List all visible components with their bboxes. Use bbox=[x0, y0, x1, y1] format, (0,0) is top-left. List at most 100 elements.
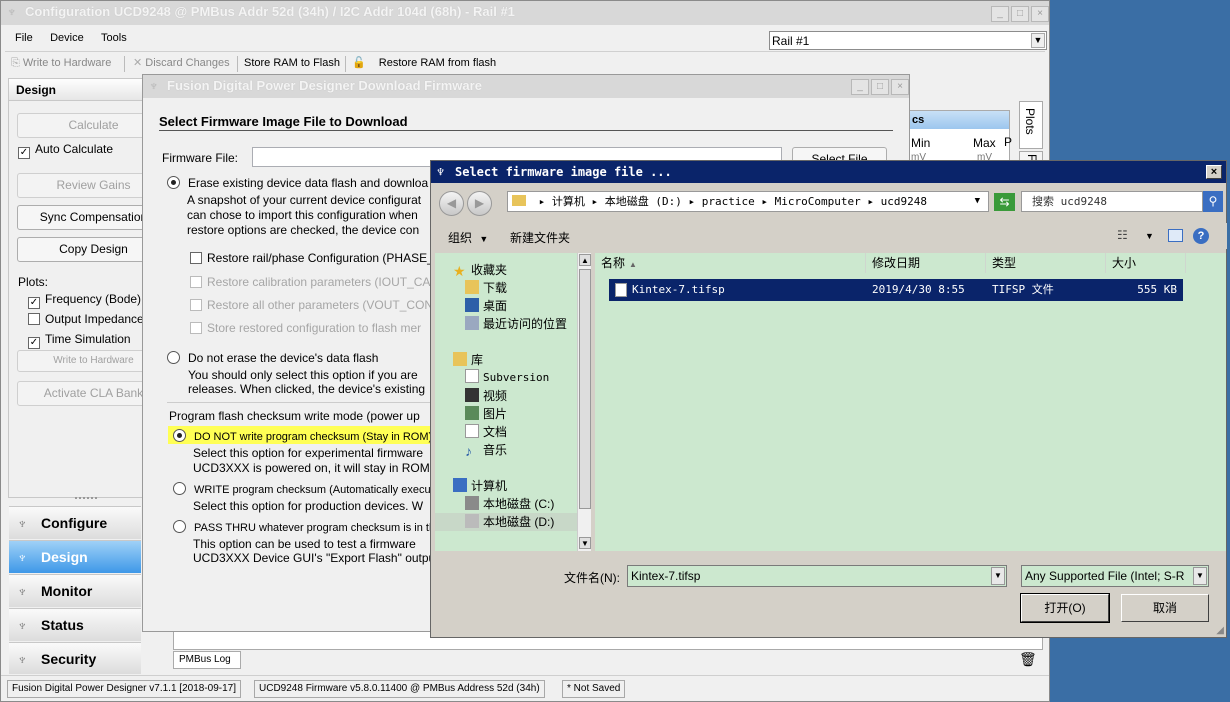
checksum-mode-title: Program flash checksum write mode (power… bbox=[169, 409, 420, 423]
scroll-up-icon[interactable]: ▲ bbox=[579, 254, 591, 266]
tree-libraries[interactable]: 库 bbox=[453, 351, 483, 369]
file-list: 名称 ▲ 修改日期 类型 大小 Kintex-7.tifsp 2019/4/30 … bbox=[595, 253, 1226, 551]
discard-changes-button[interactable]: ✕ Discard Changes bbox=[133, 52, 230, 74]
forward-button[interactable]: ▶ bbox=[467, 191, 492, 216]
table-row[interactable]: Kintex-7.tifsp 2019/4/30 8:55 TIFSP 文件 5… bbox=[609, 279, 1183, 301]
firmware-file-label: Firmware File: bbox=[162, 151, 239, 165]
column-name[interactable]: 名称 ▲ bbox=[595, 253, 866, 273]
store-restored-config-checkbox[interactable]: Store restored configuration to flash me… bbox=[190, 321, 421, 335]
auto-calculate-checkbox[interactable]: ✓ Auto Calculate bbox=[18, 142, 113, 159]
tree-subversion[interactable]: Subversion bbox=[465, 369, 549, 387]
scroll-down-icon[interactable]: ▼ bbox=[579, 537, 591, 549]
maximize-button[interactable]: □ bbox=[871, 79, 889, 95]
tree-videos[interactable]: 视频 bbox=[465, 387, 507, 405]
tree-scrollbar[interactable]: ▲ ▼ bbox=[577, 253, 591, 551]
minimize-button[interactable]: _ bbox=[991, 6, 1009, 22]
filename-input[interactable]: Kintex-7.tifsp ▼ bbox=[627, 565, 1007, 587]
erase-radio[interactable]: Erase existing device data flash and dow… bbox=[167, 176, 428, 190]
tree-music[interactable]: ♪ 音乐 bbox=[465, 441, 507, 459]
column-size[interactable]: 大小 bbox=[1106, 253, 1186, 273]
status-app-version: Fusion Digital Power Designer v7.1.1 [20… bbox=[7, 680, 242, 698]
breadcrumb-computer[interactable]: 计算机 bbox=[552, 195, 585, 208]
nav-status[interactable]: ♆ Status bbox=[9, 608, 141, 641]
menu-file[interactable]: File bbox=[15, 32, 33, 44]
nav-security[interactable]: ♆ Security bbox=[9, 642, 141, 674]
new-folder-button[interactable]: 新建文件夹 bbox=[510, 229, 570, 246]
trash-icon[interactable]: 🗑 bbox=[1019, 651, 1037, 668]
restore-ram-flash-button[interactable]: 🔓 Restore RAM from flash bbox=[352, 52, 496, 74]
restore-other-params-checkbox[interactable]: Restore all other parameters (VOUT_CON bbox=[190, 298, 433, 312]
chevron-down-icon[interactable]: ▼ bbox=[1145, 231, 1154, 241]
breadcrumb-practice[interactable]: practice bbox=[702, 195, 755, 208]
tree-pictures[interactable]: 图片 bbox=[465, 405, 507, 423]
search-icon[interactable]: ⚲ bbox=[1203, 191, 1223, 212]
chevron-down-icon[interactable]: ▼ bbox=[975, 192, 980, 211]
checksum-pass-thru-radio[interactable]: PASS THRU whatever program checksum is i… bbox=[173, 520, 441, 534]
column-type[interactable]: 类型 bbox=[986, 253, 1106, 273]
menu-tools[interactable]: Tools bbox=[101, 32, 127, 44]
pmbus-log-tab[interactable]: PMBus Log bbox=[173, 651, 241, 669]
toolbar-divider bbox=[237, 56, 238, 72]
organize-menu[interactable]: 组织 ▼ bbox=[448, 229, 488, 246]
refresh-button[interactable]: ⇆ bbox=[994, 193, 1015, 211]
plot-time-simulation-checkbox[interactable]: ✓ Time Simulation bbox=[28, 332, 131, 349]
checksum-do-not-write-radio[interactable]: DO NOT write program checksum (Stay in R… bbox=[173, 429, 432, 443]
breadcrumb-microcomputer[interactable]: MicroComputer bbox=[775, 195, 861, 208]
tree-documents[interactable]: 文档 bbox=[465, 423, 507, 441]
address-bar[interactable]: ▸ 计算机 ▸ 本地磁盘 (D:) ▸ practice ▸ MicroComp… bbox=[507, 191, 989, 212]
tree-drive-d[interactable]: 本地磁盘 (D:) bbox=[435, 513, 577, 531]
tab-plots[interactable]: Plots bbox=[1019, 101, 1043, 149]
close-button[interactable]: × bbox=[1031, 6, 1049, 22]
view-options-icon[interactable]: ☷ bbox=[1117, 228, 1128, 242]
open-button[interactable]: 打开(O) bbox=[1020, 593, 1110, 623]
rail-select[interactable]: Rail #1 ▼ bbox=[769, 31, 1047, 50]
tree-drive-c[interactable]: 本地磁盘 (C:) bbox=[465, 495, 554, 513]
breadcrumb-drive-d[interactable]: 本地磁盘 (D:) bbox=[605, 195, 682, 208]
tree-desktop[interactable]: 桌面 bbox=[465, 297, 507, 315]
checksum-write-radio[interactable]: WRITE program checksum (Automatically ex… bbox=[173, 482, 440, 496]
checksum-desc: UCD3XXX is powered on, it will stay in R… bbox=[193, 461, 430, 475]
tree-downloads[interactable]: 下载 bbox=[465, 279, 507, 297]
column-date[interactable]: 修改日期 bbox=[866, 253, 986, 273]
document-icon bbox=[465, 424, 479, 438]
plot-frequency-checkbox[interactable]: ✓ Frequency (Bode) bbox=[28, 292, 141, 309]
download-title: Fusion Digital Power Designer Download F… bbox=[167, 78, 482, 93]
restore-rail-phase-checkbox[interactable]: Restore rail/phase Configuration (PHASE_ bbox=[190, 251, 434, 265]
preview-pane-icon[interactable] bbox=[1168, 229, 1183, 242]
tree-favorites[interactable]: ★ 收藏夹 bbox=[453, 261, 507, 279]
nav-configure[interactable]: ♆ Configure bbox=[9, 506, 141, 539]
minimize-button[interactable]: _ bbox=[851, 79, 869, 95]
close-button[interactable]: × bbox=[1206, 165, 1222, 179]
help-icon[interactable]: ? bbox=[1193, 228, 1209, 244]
menu-device[interactable]: Device bbox=[50, 32, 84, 44]
plot-output-impedance-checkbox[interactable]: Output Impedance bbox=[28, 312, 144, 326]
breadcrumb-sep: ▸ bbox=[538, 195, 552, 208]
cancel-button[interactable]: 取消 bbox=[1121, 594, 1209, 622]
search-input[interactable]: 搜索 ucd9248 bbox=[1021, 191, 1203, 212]
tree-recent-places[interactable]: 最近访问的位置 bbox=[465, 315, 567, 333]
splitter-grip[interactable] bbox=[75, 497, 97, 501]
status-saved: * Not Saved bbox=[562, 680, 626, 698]
chevron-down-icon[interactable]: ▼ bbox=[1193, 567, 1207, 585]
restore-calibration-checkbox[interactable]: Restore calibration parameters (IOUT_CA bbox=[190, 275, 430, 289]
scroll-thumb[interactable] bbox=[579, 269, 591, 509]
breadcrumb-ucd9248[interactable]: ucd9248 bbox=[881, 195, 927, 208]
radio-dot bbox=[167, 351, 180, 364]
filetype-select[interactable]: Any Supported File (Intel; S-R ▼ bbox=[1021, 565, 1209, 587]
checkbox-check: ✓ bbox=[18, 147, 30, 159]
results-tab[interactable]: cs bbox=[907, 111, 1009, 129]
checkbox-check bbox=[190, 276, 202, 288]
chevron-down-icon[interactable]: ▼ bbox=[991, 567, 1005, 585]
nav-monitor[interactable]: ♆ Monitor bbox=[9, 574, 141, 607]
resize-grip[interactable]: ◢ bbox=[1216, 625, 1224, 636]
write-hw-toolbar-button[interactable]: ⎘ Write to Hardware bbox=[11, 52, 111, 74]
no-erase-radio[interactable]: Do not erase the device's data flash bbox=[167, 351, 378, 365]
nav-design[interactable]: ♆ Design bbox=[9, 540, 141, 573]
tree-computer[interactable]: 计算机 bbox=[453, 477, 507, 495]
store-ram-flash-button[interactable]: Store RAM to Flash bbox=[244, 52, 340, 74]
music-icon: ♪ bbox=[465, 443, 472, 459]
maximize-button[interactable]: □ bbox=[1011, 6, 1029, 22]
back-button[interactable]: ◀ bbox=[439, 191, 464, 216]
filetype-value: Any Supported File (Intel; S-R bbox=[1025, 569, 1185, 583]
close-button[interactable]: × bbox=[891, 79, 909, 95]
